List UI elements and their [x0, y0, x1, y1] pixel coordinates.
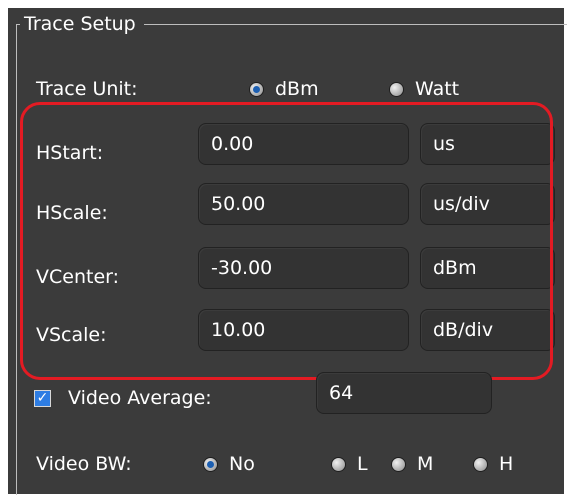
vscale-input[interactable]: 10.00 [198, 309, 409, 351]
checkmark-icon: ✓ [36, 390, 49, 406]
trace-setup-title: Trace Setup [20, 12, 144, 36]
radio-unselected-icon [332, 457, 345, 471]
video-bw-h-label: H [499, 453, 514, 475]
radio-unselected-icon [474, 457, 487, 471]
radio-unselected-icon [390, 82, 403, 96]
radio-selected-icon [250, 82, 263, 96]
video-bw-no-label: No [229, 453, 255, 475]
vcenter-unit-field[interactable]: dBm [420, 247, 555, 289]
hstart-label: HStart: [36, 142, 104, 164]
vcenter-label: VCenter: [36, 266, 120, 288]
hscale-input[interactable]: 50.00 [198, 183, 409, 225]
trace-unit-watt-label: Watt [415, 78, 460, 100]
trace-unit-dbm-radio[interactable]: dBm [250, 77, 319, 101]
video-bw-h-radio[interactable]: H [474, 452, 513, 476]
video-bw-label: Video BW: [36, 453, 132, 475]
video-bw-l-label: L [357, 453, 368, 475]
vscale-unit-field[interactable]: dB/div [420, 309, 555, 351]
vscale-label: VScale: [36, 324, 107, 346]
vcenter-input[interactable]: -30.00 [198, 247, 409, 289]
hstart-input[interactable]: 0.00 [198, 123, 409, 165]
video-bw-m-radio[interactable]: M [392, 452, 433, 476]
hscale-unit-field[interactable]: us/div [420, 183, 555, 225]
video-average-label: Video Average: [68, 387, 212, 409]
radio-selected-icon [204, 457, 217, 471]
video-bw-l-radio[interactable]: L [332, 452, 368, 476]
video-average-input[interactable]: 64 [316, 372, 492, 414]
video-bw-no-radio[interactable]: No [204, 452, 255, 476]
hstart-unit-field[interactable]: us [420, 123, 555, 165]
trace-unit-watt-radio[interactable]: Watt [390, 77, 459, 101]
trace-unit-dbm-label: dBm [275, 78, 319, 100]
hscale-label: HScale: [36, 202, 108, 224]
radio-unselected-icon [392, 457, 405, 471]
video-bw-m-label: M [417, 453, 434, 475]
trace-unit-label: Trace Unit: [36, 78, 138, 100]
video-average-checkbox[interactable]: ✓ [34, 390, 51, 407]
